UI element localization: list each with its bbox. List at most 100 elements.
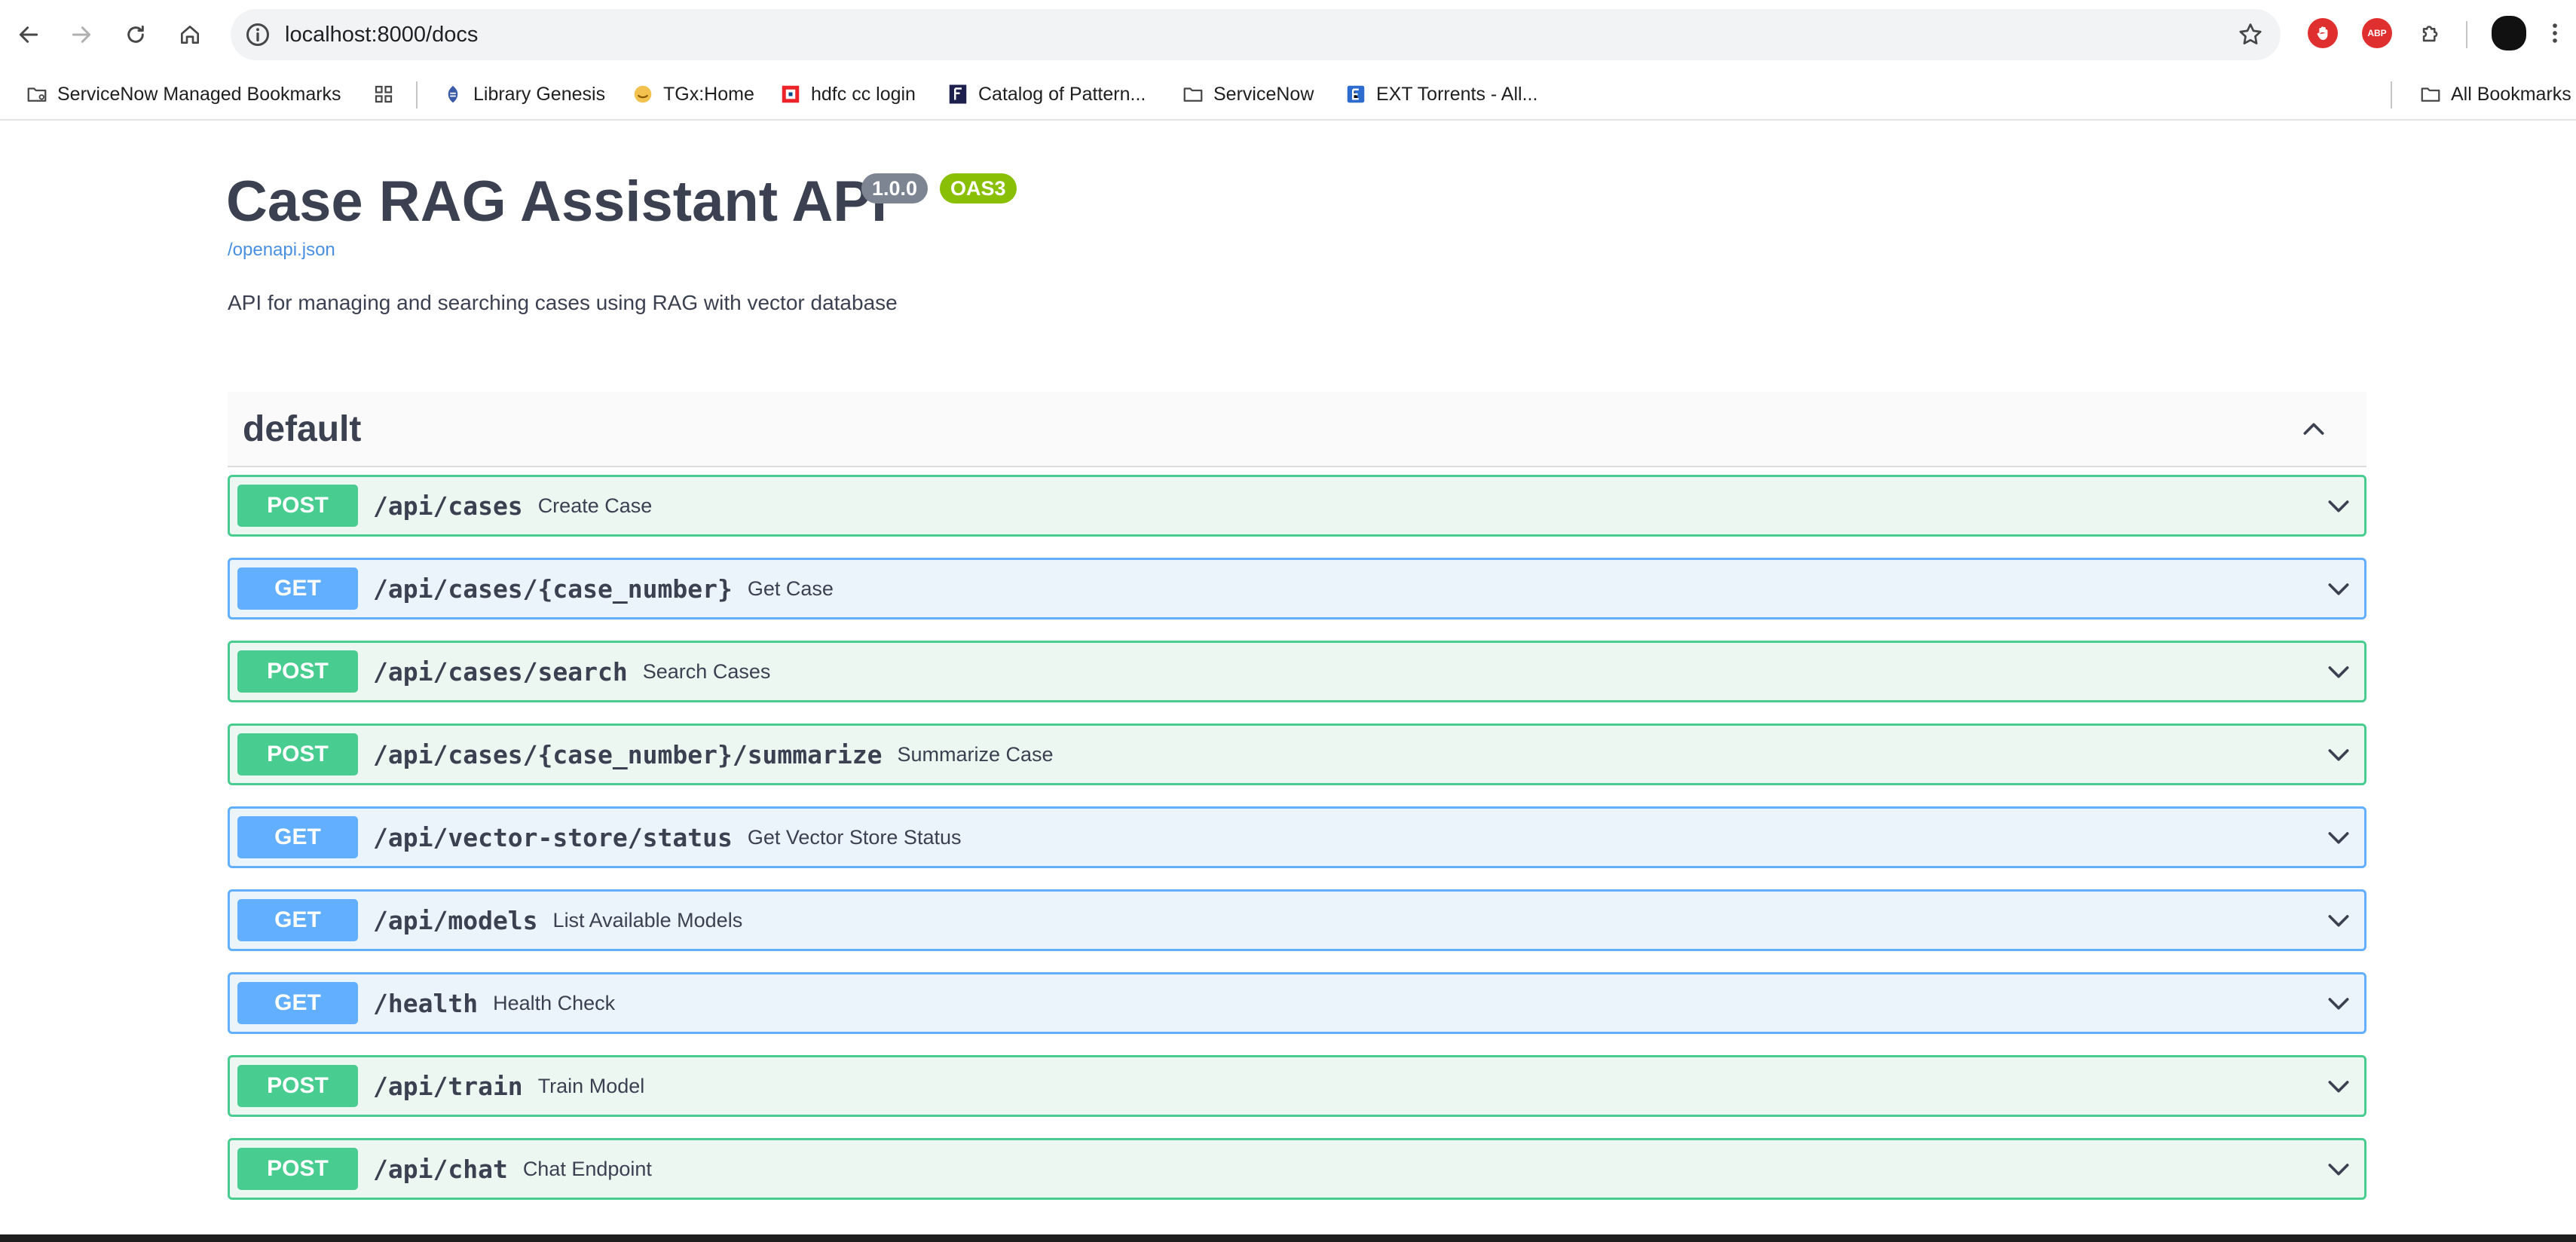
operation-row-post[interactable]: POST/api/train Train Model <box>228 1055 2366 1117</box>
method-badge[interactable]: POST <box>237 1065 358 1107</box>
bookmark-servicenow-folder[interactable]: ServiceNow <box>1182 69 1314 119</box>
tag-name[interactable]: default <box>243 392 361 467</box>
folder-icon <box>1182 83 1204 106</box>
operation-summary[interactable]: /api/chat Chat Endpoint <box>373 1140 652 1198</box>
operation-summary[interactable]: /api/cases/{case_number} Get Case <box>373 560 834 617</box>
operation-row-get[interactable]: GET/api/cases/{case_number} Get Case <box>228 558 2366 619</box>
bookmark-hdfc[interactable]: hdfc cc login <box>779 69 916 119</box>
tgx-icon <box>632 83 654 106</box>
chevron-down-icon[interactable] <box>2324 905 2354 935</box>
method-badge[interactable]: POST <box>237 485 358 527</box>
tag-section-default: default POST/api/cases Create Case GET/api… <box>228 392 2366 1200</box>
address-bar[interactable]: localhost:8000/docs <box>231 9 2281 60</box>
home-icon <box>181 26 199 44</box>
forward-arrow-icon <box>72 26 91 43</box>
bookmark-catalog-patterns[interactable]: Catalog of Pattern... <box>947 69 1146 119</box>
operation-description: Create Case <box>537 494 653 517</box>
openapi-spec-link[interactable]: /openapi.json <box>228 240 335 261</box>
operation-summary[interactable]: /health Health Check <box>373 974 615 1032</box>
operation-path[interactable]: /api/cases/{case_number} <box>373 574 733 604</box>
operation-path[interactable]: /api/train <box>373 1072 523 1101</box>
operation-path[interactable]: /health <box>373 989 478 1018</box>
site-info-icon[interactable] <box>244 21 271 48</box>
chevron-down-icon[interactable] <box>2324 822 2354 852</box>
bookmark-separator <box>2391 81 2392 109</box>
profile-avatar[interactable] <box>2492 16 2526 50</box>
operation-row-get[interactable]: GET/api/vector-store/status Get Vector St… <box>228 806 2366 868</box>
library-genesis-icon <box>442 83 464 106</box>
operation-path[interactable]: /api/chat <box>373 1155 508 1184</box>
operation-summary[interactable]: /api/cases/search Search Cases <box>373 643 770 700</box>
bookmark-tgx-home[interactable]: TGx:Home <box>632 69 754 119</box>
managed-folder-icon <box>26 83 48 106</box>
toolbar-separator <box>2466 21 2467 48</box>
apps-grid-icon <box>372 83 395 106</box>
bookmark-ext-torrents[interactable]: EXT Torrents - All... <box>1345 69 1537 119</box>
method-badge[interactable]: POST <box>237 1148 358 1190</box>
method-badge[interactable]: GET <box>237 567 358 610</box>
chevron-down-icon[interactable] <box>2324 1071 2354 1101</box>
operation-description: Chat Endpoint <box>522 1157 652 1180</box>
version-badge: 1.0.0 <box>861 173 929 203</box>
chevron-down-icon[interactable] <box>2324 656 2354 687</box>
operation-path[interactable]: /api/cases/{case_number}/summarize <box>373 740 883 769</box>
puzzle-extensions-icon[interactable] <box>2416 18 2446 48</box>
operation-summary[interactable]: /api/cases/{case_number}/summarize Summar… <box>373 726 1054 783</box>
operation-path[interactable]: /api/vector-store/status <box>373 823 733 852</box>
bookmark-separator <box>416 81 418 109</box>
all-bookmarks[interactable]: All Bookmarks <box>2419 69 2571 119</box>
adblock-plus-icon[interactable]: ABP <box>2362 18 2392 48</box>
operation-row-get[interactable]: GET/api/models List Available Models <box>228 889 2366 951</box>
back-button[interactable] <box>8 14 50 56</box>
forward-button[interactable] <box>60 14 102 56</box>
url-text[interactable]: localhost:8000/docs <box>285 9 478 60</box>
ext-e-icon <box>1345 83 1367 106</box>
swagger-page: Case RAG Assistant API 1.0.0 OAS3 /opena… <box>0 121 2576 1234</box>
kebab-menu-icon[interactable] <box>2540 18 2570 48</box>
chevron-up-icon[interactable] <box>2299 415 2329 445</box>
browser-toolbar: localhost:8000/docs ABP <box>0 0 2576 69</box>
operation-summary[interactable]: /api/vector-store/status Get Vector Store… <box>373 809 961 866</box>
bookmark-servicenow-managed[interactable]: ServiceNow Managed Bookmarks <box>26 69 341 119</box>
reload-button[interactable] <box>115 14 157 56</box>
operation-row-post[interactable]: POST/api/cases/search Search Cases <box>228 641 2366 702</box>
operation-summary[interactable]: /api/cases Create Case <box>373 477 652 534</box>
operation-description: Get Case <box>747 577 834 600</box>
method-badge[interactable]: POST <box>237 650 358 693</box>
operation-summary[interactable]: /api/train Train Model <box>373 1057 644 1115</box>
operation-description: Search Cases <box>642 659 771 683</box>
chevron-down-icon[interactable] <box>2324 491 2354 521</box>
bookmark-apps[interactable] <box>372 69 404 119</box>
method-badge[interactable]: POST <box>237 733 358 775</box>
hdfc-icon <box>779 83 802 106</box>
method-badge[interactable]: GET <box>237 982 358 1024</box>
operation-summary[interactable]: /api/models List Available Models <box>373 892 742 949</box>
operation-description: Summarize Case <box>897 742 1054 766</box>
operation-description: Get Vector Store Status <box>747 825 962 849</box>
method-badge[interactable]: GET <box>237 899 358 941</box>
operation-row-post[interactable]: POST/api/cases/{case_number}/summarize Su… <box>228 723 2366 785</box>
chevron-down-icon[interactable] <box>2324 1154 2354 1184</box>
bookmark-star-icon[interactable] <box>2237 21 2264 48</box>
api-description: API for managing and searching cases usi… <box>228 291 898 314</box>
operation-row-get[interactable]: GET/health Health Check <box>228 972 2366 1034</box>
operation-path[interactable]: /api/cases/search <box>373 657 628 687</box>
bookmark-library-genesis[interactable]: Library Genesis <box>442 69 605 119</box>
operation-row-post[interactable]: POST/api/cases Create Case <box>228 475 2366 537</box>
operation-description: Train Model <box>537 1074 645 1097</box>
tag-header[interactable]: default <box>228 392 2366 467</box>
f-logo-icon <box>947 83 969 106</box>
abp-red-hand-icon[interactable] <box>2308 18 2338 48</box>
chevron-down-icon[interactable] <box>2324 739 2354 769</box>
operation-row-post[interactable]: POST/api/chat Chat Endpoint <box>228 1138 2366 1200</box>
chevron-down-icon[interactable] <box>2324 988 2354 1018</box>
bookmarks-bar: ServiceNow Managed Bookmarks Library Gen… <box>0 69 2576 121</box>
operation-path[interactable]: /api/models <box>373 906 538 935</box>
chevron-down-icon[interactable] <box>2324 574 2354 604</box>
reload-icon <box>127 25 144 43</box>
home-button[interactable] <box>169 14 211 56</box>
method-badge[interactable]: GET <box>237 816 358 858</box>
terminal-strip <box>0 1234 2576 1242</box>
oas-badge: OAS3 <box>940 173 1017 203</box>
operation-path[interactable]: /api/cases <box>373 491 523 521</box>
